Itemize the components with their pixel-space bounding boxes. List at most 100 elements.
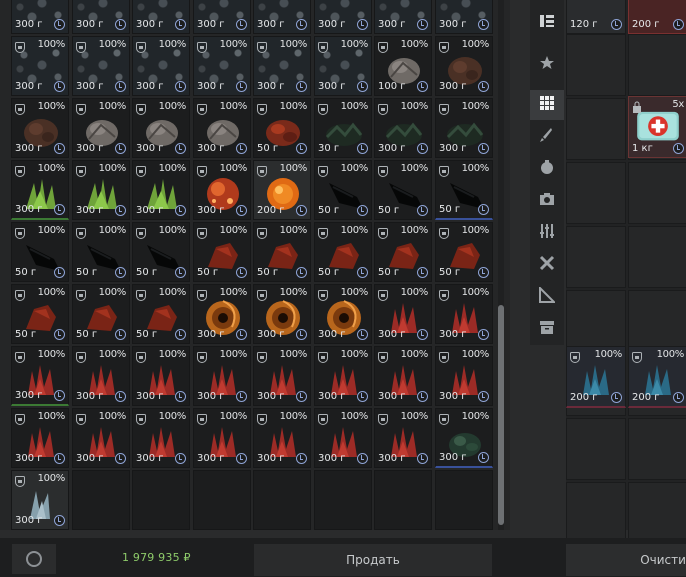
inventory-slot[interactable]: 300 г bbox=[435, 0, 493, 34]
inventory-slot[interactable]: 300 г bbox=[11, 0, 69, 34]
inventory-slot[interactable]: 100% 300 г bbox=[132, 36, 190, 96]
item-durability: 100% bbox=[98, 163, 127, 174]
inventory-slot[interactable]: 100% 50 г bbox=[11, 284, 69, 344]
item-durability: 100% bbox=[98, 411, 127, 422]
inventory-slot[interactable]: 100% 50 г bbox=[253, 222, 311, 282]
inventory-slot[interactable]: 100% 50 г bbox=[11, 222, 69, 282]
inventory-slot[interactable]: 100% 300 г bbox=[72, 36, 130, 96]
inventory-slot[interactable]: 100% 300 г bbox=[11, 98, 69, 158]
shield-icon bbox=[136, 352, 146, 363]
inventory-slot[interactable]: 100% 300 г bbox=[435, 346, 493, 406]
item-durability: 100% bbox=[461, 411, 490, 422]
inventory-slot[interactable]: 100% 50 г bbox=[72, 222, 130, 282]
inventory-slot[interactable]: 100% 300 г bbox=[314, 408, 372, 468]
inventory-slot[interactable]: 100% 300 г bbox=[193, 98, 251, 158]
category-tab-ruler[interactable] bbox=[530, 282, 564, 312]
inventory-slot[interactable]: 100% 300 г bbox=[374, 408, 432, 468]
inventory-slot[interactable]: 300 г bbox=[253, 0, 311, 34]
inventory-slot[interactable]: 100% 200 г bbox=[253, 160, 311, 220]
inventory-slot[interactable]: 100% 300 г bbox=[11, 408, 69, 468]
clock-icon bbox=[417, 267, 428, 278]
inventory-slot[interactable]: 100% 300 г bbox=[435, 36, 493, 96]
shield-icon bbox=[15, 166, 25, 177]
clock-icon bbox=[175, 81, 186, 92]
stash-item[interactable]: 200 г bbox=[628, 0, 686, 34]
inventory-slot[interactable]: 100% 50 г bbox=[72, 284, 130, 344]
inventory-slot[interactable]: 100% 300 г bbox=[435, 408, 493, 468]
inventory-slot[interactable]: 300 г bbox=[72, 0, 130, 34]
inventory-slot[interactable]: 300 г bbox=[132, 0, 190, 34]
inventory-slot[interactable]: 100% 300 г bbox=[132, 346, 190, 406]
category-tab-knife[interactable] bbox=[530, 122, 564, 152]
inventory-slot[interactable]: 100% 300 г bbox=[253, 36, 311, 96]
shield-icon bbox=[378, 352, 388, 363]
inventory-slot[interactable]: 100% 300 г bbox=[11, 36, 69, 96]
inventory-slot[interactable]: 100% 300 г bbox=[193, 284, 251, 344]
inventory-slot[interactable]: 100% 100 г bbox=[374, 36, 432, 96]
inventory-slot[interactable]: 100% 300 г bbox=[314, 36, 372, 96]
inventory-slot[interactable]: 100% 300 г bbox=[435, 98, 493, 158]
stash-item[interactable]: 100% 200 г bbox=[628, 346, 686, 408]
inventory-slot[interactable]: 100% 50 г bbox=[435, 160, 493, 220]
stash-item[interactable]: 120 г bbox=[566, 0, 626, 34]
inventory-slot[interactable]: 100% 50 г bbox=[132, 284, 190, 344]
inventory-slot[interactable]: 100% 50 г bbox=[314, 222, 372, 282]
shield-icon bbox=[318, 104, 328, 115]
inventory-slot[interactable]: 100% 300 г bbox=[72, 408, 130, 468]
inventory-slot[interactable]: 100% 30 г bbox=[314, 98, 372, 158]
inventory-slot[interactable]: 100% 300 г bbox=[314, 284, 372, 344]
inventory-slot[interactable]: 100% 300 г bbox=[11, 346, 69, 406]
shield-icon bbox=[318, 166, 328, 177]
inventory-slot[interactable]: 100% 300 г bbox=[11, 470, 69, 530]
inventory-slot[interactable]: 100% 50 г bbox=[253, 98, 311, 158]
inventory-slot[interactable]: 100% 300 г bbox=[11, 160, 69, 220]
inventory-slot[interactable]: 100% 300 г bbox=[435, 284, 493, 344]
inventory-slot[interactable]: 100% 300 г bbox=[132, 408, 190, 468]
inventory-slot[interactable]: 300 г bbox=[193, 0, 251, 34]
category-tab-star[interactable] bbox=[530, 50, 564, 80]
shield-icon bbox=[197, 414, 207, 425]
category-tab-list[interactable] bbox=[530, 8, 564, 38]
item-durability: 100% bbox=[340, 101, 369, 112]
inventory-slot[interactable]: 100% 300 г bbox=[374, 284, 432, 344]
item-durability: 100% bbox=[37, 473, 66, 484]
stash-item[interactable]: 100% 200 г bbox=[566, 346, 626, 408]
inventory-slot[interactable]: 300 г bbox=[314, 0, 372, 34]
inventory-slot[interactable]: 100% 300 г bbox=[253, 284, 311, 344]
inventory-slot[interactable]: 100% 300 г bbox=[314, 346, 372, 406]
clock-icon bbox=[417, 81, 428, 92]
inventory-slot[interactable]: 100% 50 г bbox=[132, 222, 190, 282]
category-tab-grid[interactable] bbox=[530, 90, 564, 120]
category-tab-tools[interactable] bbox=[530, 250, 564, 280]
category-tab-archive[interactable] bbox=[530, 314, 564, 344]
clear-button[interactable]: Очистить bbox=[566, 544, 686, 576]
inventory-slot[interactable]: 100% 300 г bbox=[193, 346, 251, 406]
inventory-scrollbar-thumb[interactable] bbox=[498, 305, 504, 525]
inventory-slot[interactable]: 100% 300 г bbox=[193, 36, 251, 96]
inventory-slot[interactable]: 100% 50 г bbox=[435, 222, 493, 282]
item-weight: 50 г bbox=[378, 205, 400, 216]
inventory-slot[interactable]: 100% 300 г bbox=[72, 346, 130, 406]
inventory-slot[interactable]: 100% 300 г bbox=[253, 408, 311, 468]
inventory-slot[interactable]: 100% 50 г bbox=[374, 222, 432, 282]
sell-button[interactable]: Продать bbox=[254, 544, 492, 576]
category-tab-camera[interactable] bbox=[530, 186, 564, 216]
inventory-slot[interactable]: 100% 50 г bbox=[314, 160, 372, 220]
inventory-slot[interactable]: 100% 300 г bbox=[374, 346, 432, 406]
inventory-slot[interactable]: 100% 300 г bbox=[72, 98, 130, 158]
category-tab-grenade[interactable] bbox=[530, 154, 564, 184]
item-weight: 50 г bbox=[257, 143, 279, 154]
inventory-slot[interactable]: 100% 300 г bbox=[72, 160, 130, 220]
refresh-button[interactable] bbox=[12, 544, 56, 574]
inventory-slot[interactable]: 100% 300 г bbox=[193, 160, 251, 220]
category-tab-sliders[interactable] bbox=[530, 218, 564, 248]
inventory-slot[interactable]: 100% 300 г bbox=[132, 160, 190, 220]
stash-item-medkit[interactable]: 5x 1 кг bbox=[628, 96, 686, 158]
inventory-slot[interactable]: 100% 50 г bbox=[374, 160, 432, 220]
inventory-slot[interactable]: 100% 50 г bbox=[193, 222, 251, 282]
inventory-slot[interactable]: 100% 300 г bbox=[132, 98, 190, 158]
inventory-slot[interactable]: 100% 300 г bbox=[374, 98, 432, 158]
inventory-slot[interactable]: 100% 300 г bbox=[193, 408, 251, 468]
inventory-slot[interactable]: 100% 300 г bbox=[253, 346, 311, 406]
inventory-slot[interactable]: 300 г bbox=[374, 0, 432, 34]
